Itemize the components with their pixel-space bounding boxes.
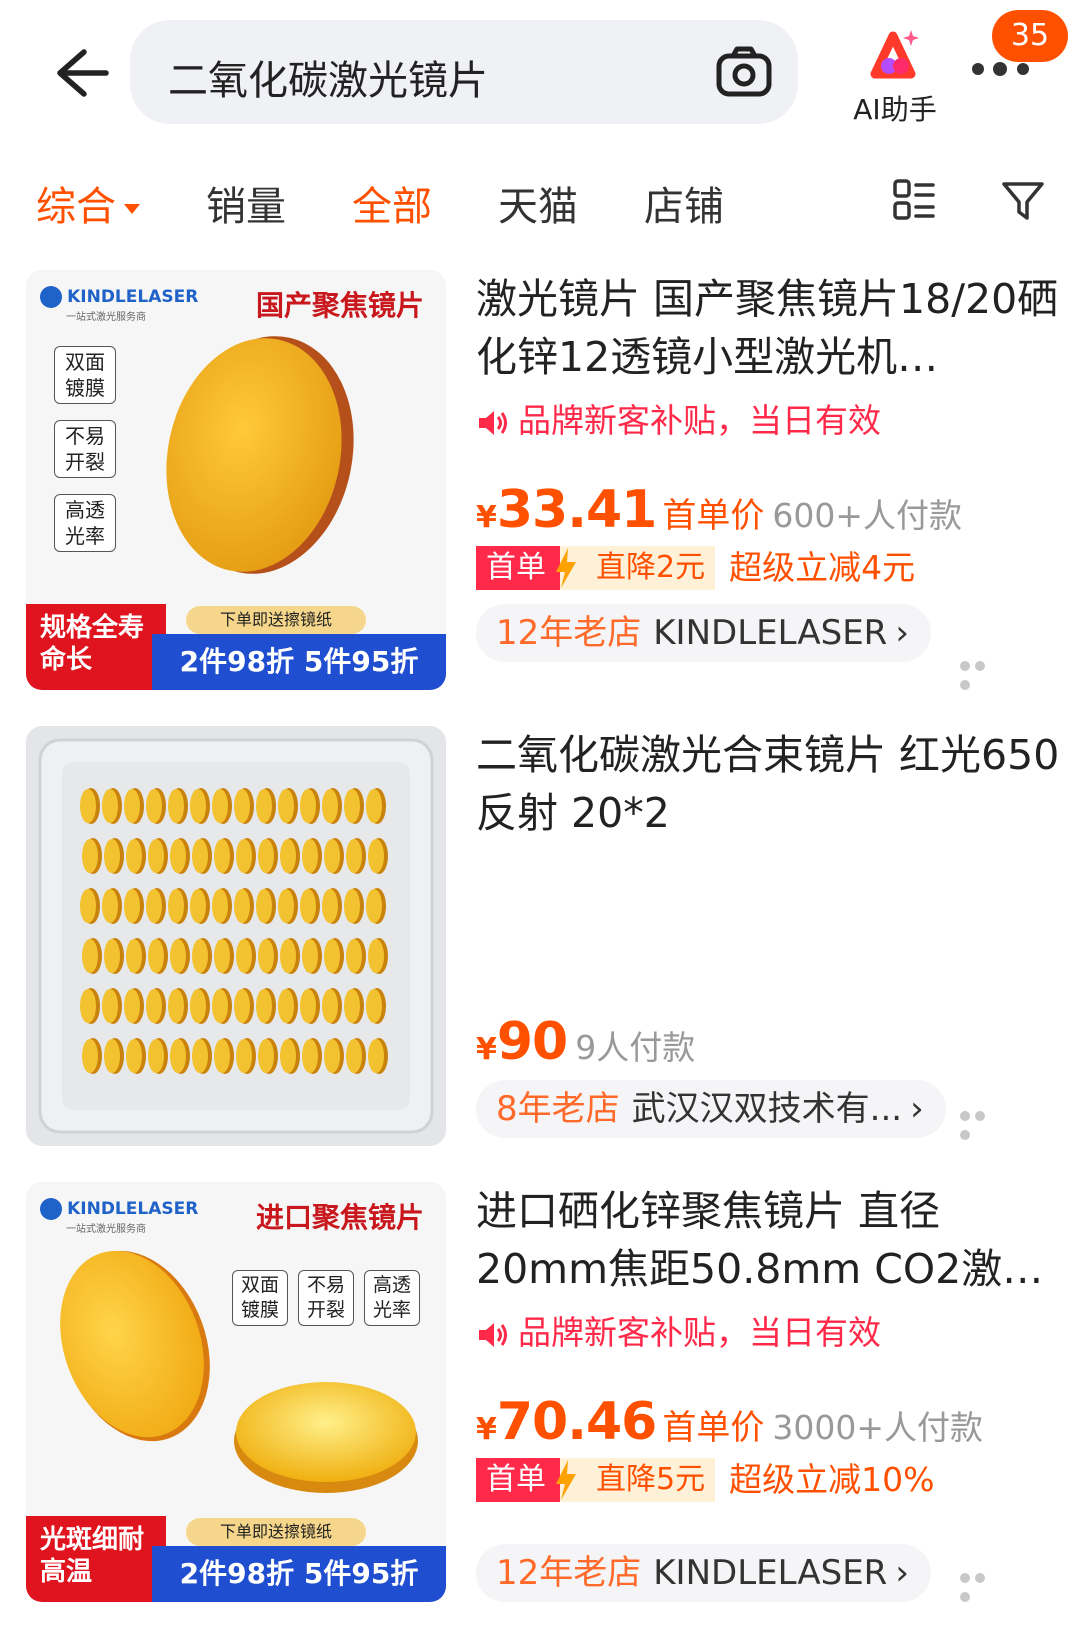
more-options-icon[interactable] — [960, 656, 1004, 690]
promo-text: 品牌新客补贴，当日有效 — [518, 1313, 881, 1352]
chevron-right-icon: › — [895, 613, 909, 653]
shop-name: 武汉汉双技术有... — [631, 1089, 903, 1129]
image-headline: 国产聚焦镜片 — [256, 289, 425, 322]
ribbon-top-label: 下单即送擦镜纸 — [186, 606, 366, 634]
tab-store[interactable]: 店铺 — [644, 174, 724, 232]
first-order-tag: 首单 — [476, 1458, 560, 1502]
shop-age: 12年老店 — [496, 1553, 642, 1593]
ribbon-top-label: 下单即送擦镜纸 — [186, 1518, 366, 1546]
shop-name: KINDLELASER — [653, 1553, 888, 1593]
price-row: ¥33.41 首单价 600+人付款 — [476, 480, 962, 540]
tab-tmall[interactable]: 天猫 — [498, 174, 578, 232]
search-query-text: 二氧化碳激光镜片 — [168, 58, 488, 104]
first-order-tag: 首单 — [476, 546, 560, 590]
discount-tags: 首单 直降2元 超级立减4元 — [476, 546, 915, 590]
price-label: 首单价 — [662, 1408, 765, 1448]
product-image[interactable]: KINDLELASER 一站式激光服务商 国产聚焦镜片 双面镀膜 不易开裂 高透… — [26, 270, 446, 690]
shop-name: KINDLELASER — [653, 613, 888, 653]
ribbon-label: 2件98折 5件95折 — [152, 634, 446, 690]
top-bar: 二氧化碳激光镜片 AI助手 35 — [0, 0, 1080, 148]
product-card[interactable]: KINDLELASER 一站式激光服务商 进口聚焦镜片 双面镀膜 不易开裂 高透… — [0, 1182, 1080, 1612]
product-title[interactable]: 进口硒化锌聚焦镜片 直径20mm焦距50.8mm CO2激… — [476, 1182, 1066, 1298]
camera-icon[interactable] — [715, 44, 773, 100]
more-options-icon[interactable] — [960, 1568, 1004, 1602]
sales-count: 9人付款 — [575, 1028, 696, 1067]
price-label: 首单价 — [662, 496, 765, 536]
ai-assistant-label: AI助手 — [853, 93, 937, 126]
corner-label: 光斑细耐高温 — [26, 1516, 166, 1602]
image-badge: 不易开裂 — [54, 420, 116, 478]
discount-tags: 首单 直降5元 超级立减10% — [476, 1458, 934, 1502]
search-input[interactable]: 二氧化碳激光镜片 — [130, 20, 798, 124]
back-arrow-icon[interactable] — [44, 38, 114, 108]
lightning-icon — [556, 546, 586, 590]
speaker-icon — [479, 410, 507, 435]
shop-age: 8年老店 — [496, 1089, 620, 1129]
filter-tabs: 综合 销量 全部 天猫 店铺 — [0, 160, 1080, 250]
product-card[interactable]: 二氧化碳激光合束镜片 红光650反射 20*2 ¥90 9人付款 8年老店 武汉汉双… — [0, 726, 1080, 1156]
notification-badge: 35 — [992, 10, 1068, 62]
super-discount-tag: 超级立减4元 — [729, 548, 916, 587]
filter-funnel-icon[interactable] — [1000, 178, 1046, 224]
image-badge: 双面镀膜 — [54, 346, 116, 404]
shop-link[interactable]: 12年老店 KINDLELASER › — [476, 604, 931, 662]
product-image[interactable]: KINDLELASER 一站式激光服务商 进口聚焦镜片 双面镀膜 不易开裂 高透… — [26, 1182, 446, 1602]
shop-link[interactable]: 8年老店 武汉汉双技术有... › — [476, 1080, 946, 1138]
tab-sales[interactable]: 销量 — [206, 174, 286, 232]
chevron-right-icon: › — [895, 1553, 909, 1593]
more-options-icon[interactable] — [960, 1106, 1004, 1140]
price-value: 33.41 — [496, 480, 657, 540]
tab-all[interactable]: 全部 — [352, 174, 432, 232]
list-view-icon[interactable] — [892, 178, 936, 222]
product-image[interactable] — [26, 726, 446, 1146]
ai-assistant-button[interactable]: AI助手 — [840, 26, 950, 126]
currency-symbol: ¥ — [476, 1412, 497, 1447]
price-drop-tag: 直降5元 — [586, 1458, 716, 1502]
brand-logo: KINDLELASER 一站式激光服务商 — [40, 1198, 198, 1235]
sales-count: 600+人付款 — [772, 496, 962, 535]
promo-line: 品牌新客补贴，当日有效 — [476, 394, 881, 442]
currency-symbol: ¥ — [476, 500, 497, 535]
lens-tray-image — [38, 738, 434, 1134]
product-title[interactable]: 二氧化碳激光合束镜片 红光650反射 20*2 — [476, 726, 1066, 842]
product-title[interactable]: 激光镜片 国产聚焦镜片18/20硒化锌12透镜小型激光机… — [476, 270, 1066, 386]
sales-count: 3000+人付款 — [772, 1408, 983, 1447]
price-drop-tag: 直降2元 — [586, 546, 716, 590]
price-value: 70.46 — [496, 1392, 657, 1452]
currency-symbol: ¥ — [476, 1032, 497, 1067]
ai-assistant-icon — [870, 30, 919, 79]
chevron-right-icon: › — [910, 1089, 924, 1129]
lens-image — [166, 336, 354, 574]
lightning-icon — [556, 1458, 586, 1502]
price-row: ¥90 9人付款 — [476, 1012, 695, 1072]
speaker-icon — [479, 1322, 507, 1347]
image-badge: 高透光率 — [54, 494, 116, 552]
tab-comprehensive[interactable]: 综合 — [36, 174, 140, 232]
ribbon-label: 2件98折 5件95折 — [152, 1546, 446, 1602]
price-value: 90 — [496, 1012, 568, 1072]
lens-image — [60, 1250, 418, 1493]
tab-label: 综合 — [36, 184, 116, 230]
image-headline: 进口聚焦镜片 — [256, 1201, 425, 1234]
price-row: ¥70.46 首单价 3000+人付款 — [476, 1392, 983, 1452]
corner-label: 规格全寿命长 — [26, 604, 166, 690]
shop-age: 12年老店 — [496, 613, 642, 653]
brand-logo: KINDLELASER 一站式激光服务商 — [40, 286, 198, 323]
caret-down-icon — [124, 204, 140, 214]
super-discount-tag: 超级立减10% — [729, 1460, 935, 1499]
promo-line: 品牌新客补贴，当日有效 — [476, 1306, 881, 1354]
product-card[interactable]: KINDLELASER 一站式激光服务商 国产聚焦镜片 双面镀膜 不易开裂 高透… — [0, 270, 1080, 700]
promo-text: 品牌新客补贴，当日有效 — [518, 401, 881, 440]
shop-link[interactable]: 12年老店 KINDLELASER › — [476, 1544, 931, 1602]
